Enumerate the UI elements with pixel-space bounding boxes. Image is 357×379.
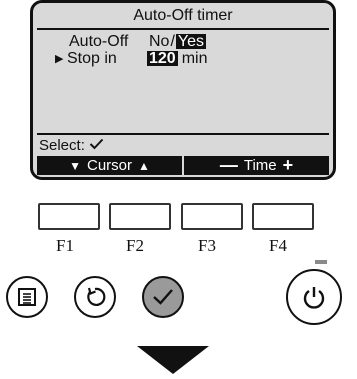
time-function: — Time + (182, 155, 329, 175)
cursor-down-icon: ▼ (69, 158, 81, 173)
down-arrow-icon (137, 346, 209, 379)
stop-in-row: ▶ Stop in 120 min (55, 50, 207, 68)
auto-off-row: Auto-Off No/Yes (69, 33, 207, 51)
f3-label: F3 (198, 236, 216, 255)
menu-button[interactable] (6, 276, 48, 318)
confirm-check-icon (151, 287, 175, 307)
return-button[interactable] (74, 276, 116, 318)
select-label: Select: (39, 137, 85, 154)
auto-off-option-yes[interactable]: Yes (175, 34, 207, 50)
cursor-function: ▼ Cursor ▲ (37, 156, 182, 175)
footer-divider (37, 133, 329, 135)
stop-in-unit: min (181, 50, 208, 67)
f2-label: F2 (126, 236, 144, 255)
power-icon (301, 284, 327, 310)
lcd-screen: Auto-Off timer Auto-Off No/Yes ▶ Stop in 12… (30, 0, 336, 180)
confirm-button[interactable] (142, 276, 184, 318)
time-label: Time (243, 157, 277, 174)
f1-label: F1 (56, 236, 74, 255)
option-separator: / (170, 33, 175, 50)
power-button[interactable] (286, 269, 342, 325)
check-icon (89, 137, 104, 154)
f4-button[interactable] (252, 203, 314, 230)
auto-off-label: Auto-Off (69, 33, 129, 50)
select-hint: Select: (39, 137, 104, 154)
auto-off-option-no[interactable]: No (149, 33, 169, 51)
f2-button[interactable] (109, 203, 171, 230)
cursor-arrow-icon: ▶ (55, 53, 64, 65)
function-bar: ▼ Cursor ▲ — Time + (37, 155, 329, 175)
f3-button[interactable] (181, 203, 243, 230)
stop-in-label: Stop in (67, 50, 117, 67)
return-icon (83, 285, 107, 309)
menu-icon (16, 286, 38, 308)
stop-in-value[interactable]: 120 (147, 51, 178, 67)
f1-button[interactable] (38, 203, 100, 230)
screen-title: Auto-Off timer (133, 7, 233, 24)
title-divider (37, 28, 329, 30)
power-led (315, 260, 327, 264)
cursor-label: Cursor (86, 157, 132, 174)
time-minus-icon: — (219, 155, 238, 175)
cursor-up-icon: ▲ (138, 158, 150, 173)
time-plus-icon: + (282, 155, 294, 175)
f4-label: F4 (269, 236, 287, 255)
